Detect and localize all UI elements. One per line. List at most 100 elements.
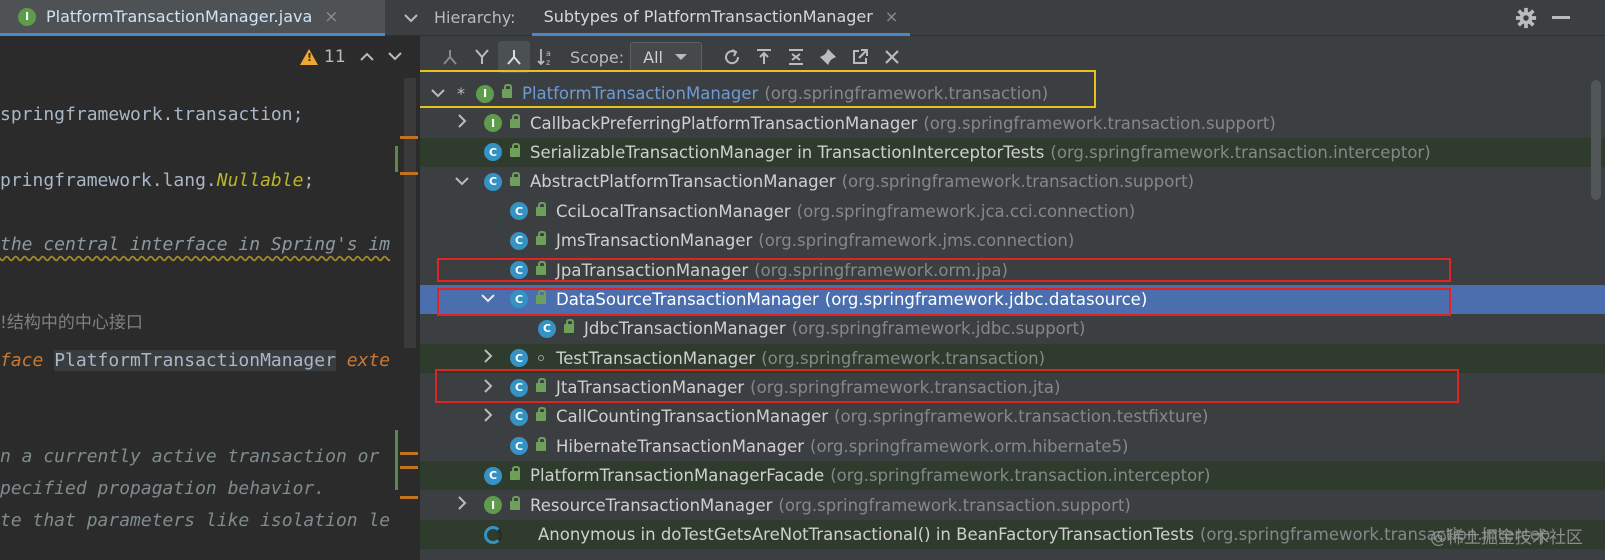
- tree-row[interactable]: C TestTransactionManager (org.springfram…: [420, 343, 1605, 373]
- tree-row[interactable]: * I PlatformTransactionManager (org.spri…: [420, 79, 1605, 108]
- tree-item-name: JdbcTransactionManager: [584, 319, 786, 339]
- gutter-marker: [400, 452, 418, 455]
- gutter-marker: [400, 136, 418, 139]
- close-icon[interactable]: ×: [885, 7, 898, 26]
- class-icon: C: [510, 349, 528, 368]
- tree-item-name: JpaTransactionManager: [556, 260, 749, 280]
- public-access-icon: [510, 113, 520, 128]
- interface-icon: I: [484, 114, 502, 133]
- watermark: @稀土掘金技术社区: [1430, 528, 1583, 548]
- tree-row[interactable]: I CallbackPreferringPlatformTransactionM…: [420, 108, 1605, 137]
- editor-scrollbar[interactable]: [404, 78, 416, 348]
- expand-all-icon[interactable]: [780, 41, 812, 73]
- tree-item-name: DataSourceTransactionManager: [556, 289, 819, 309]
- export-icon[interactable]: [748, 41, 780, 73]
- tree-item-package: (org.springframework.transaction.interce…: [1050, 142, 1431, 162]
- interface-icon: I: [484, 496, 502, 515]
- open-in-window-icon[interactable]: [844, 41, 876, 73]
- gear-icon[interactable]: [1515, 7, 1537, 29]
- subtypes-hierarchy-icon[interactable]: [498, 41, 530, 73]
- tree-row-selected[interactable]: C DataSourceTransactionManager (org.spri…: [420, 284, 1605, 315]
- pin-icon[interactable]: [812, 41, 844, 73]
- gutter-marker: [400, 496, 418, 499]
- refresh-icon[interactable]: [716, 41, 748, 73]
- anonymous-class-icon: [484, 525, 502, 544]
- tab-subtypes[interactable]: Subtypes of PlatformTransactionManager ×: [531, 0, 911, 36]
- sort-alphabetically-icon[interactable]: az: [530, 41, 562, 73]
- tree-item-name: CallCountingTransactionManager: [556, 407, 829, 427]
- class-icon: C: [510, 407, 528, 426]
- tree-row[interactable]: C CallCountingTransactionManager (org.sp…: [420, 402, 1605, 431]
- hierarchy-tree[interactable]: * I PlatformTransactionManager (org.spri…: [420, 79, 1605, 550]
- editor-tab-bar: I PlatformTransactionManager.java ×: [0, 0, 430, 36]
- tree-row[interactable]: C HibernateTransactionManager (org.sprin…: [420, 432, 1605, 461]
- abstract-class-icon: C: [484, 172, 502, 191]
- gutter-marker: [400, 172, 418, 175]
- tree-item-package: (org.springframework.orm.jpa): [754, 260, 1008, 280]
- code-line: springframework.transaction;: [0, 104, 304, 125]
- class-icon: C: [538, 319, 556, 338]
- package-private-icon: [538, 355, 544, 362]
- chevron-right-icon[interactable]: [480, 378, 496, 397]
- tab-label: Subtypes of PlatformTransactionManager: [543, 6, 873, 26]
- public-access-icon: [536, 378, 546, 393]
- tree-item-package: (org.springframework.jms.connection): [758, 231, 1075, 251]
- scope-dropdown[interactable]: All: [630, 42, 703, 72]
- close-icon[interactable]: [876, 41, 908, 73]
- code-line: face PlatformTransactionManager exte: [0, 350, 391, 371]
- tree-row[interactable]: I ResourceTransactionManager (org.spring…: [420, 490, 1605, 519]
- scope-value: All: [643, 47, 663, 67]
- chevron-right-icon[interactable]: [454, 114, 470, 132]
- file-tab-name: PlatformTransactionManager.java: [46, 7, 313, 26]
- tree-item-package: (org.springframework.transaction.support…: [841, 172, 1195, 192]
- chevron-right-icon[interactable]: [454, 496, 470, 514]
- code-comment-line: te that parameters like isolation le: [0, 510, 391, 531]
- tree-row[interactable]: C PlatformTransactionManagerFacade (org.…: [420, 461, 1605, 491]
- public-access-icon: [536, 407, 546, 422]
- tree-row[interactable]: C JmsTransactionManager (org.springframe…: [420, 226, 1605, 255]
- warning-count: 11: [324, 47, 346, 67]
- code-editor[interactable]: I PlatformTransactionManager.java × 11 s…: [0, 0, 430, 560]
- svg-text:z: z: [546, 58, 550, 67]
- scope-label: Scope:: [570, 47, 625, 67]
- chevron-down-icon[interactable]: [430, 86, 446, 102]
- tree-row[interactable]: C SerializableTransactionManager in Tran…: [420, 137, 1605, 168]
- tree-row[interactable]: C JtaTransactionManager (org.springframe…: [420, 373, 1605, 402]
- public-access-icon: [510, 142, 520, 157]
- minimize-icon[interactable]: [1552, 16, 1570, 19]
- chevron-down-icon[interactable]: [454, 174, 470, 190]
- type-hierarchy-icon[interactable]: [466, 41, 498, 73]
- tree-item-name: HibernateTransactionManager: [556, 436, 805, 456]
- public-access-icon: [510, 172, 520, 187]
- tree-row[interactable]: C AbstractPlatformTransactionManager (or…: [420, 167, 1605, 196]
- tree-row[interactable]: C JdbcTransactionManager (org.springfram…: [420, 314, 1605, 343]
- tree-item-name: CciLocalTransactionManager: [556, 201, 791, 221]
- public-access-icon: [564, 319, 574, 334]
- hierarchy-label: Hierarchy:: [434, 8, 516, 27]
- tree-row[interactable]: C CciLocalTransactionManager (org.spring…: [420, 197, 1605, 226]
- tree-scrollbar[interactable]: [1591, 80, 1601, 200]
- chevron-right-icon[interactable]: [480, 408, 496, 426]
- inspection-widget[interactable]: 11: [300, 44, 402, 70]
- supertypes-hierarchy-icon[interactable]: [434, 41, 466, 73]
- tree-item-package: (org.springframework.transaction): [761, 348, 1046, 368]
- class-icon: C: [510, 231, 528, 250]
- tree-row[interactable]: Anonymous in doTestGetsAreNotTransaction…: [420, 519, 1605, 550]
- chevron-right-icon[interactable]: [480, 349, 496, 367]
- hierarchy-tool-window: Hierarchy: Subtypes of PlatformTransacti…: [420, 0, 1605, 560]
- previous-highlight-icon[interactable]: [359, 49, 374, 65]
- base-marker-icon: *: [457, 84, 465, 104]
- chevron-down-icon[interactable]: [480, 291, 496, 307]
- editor-file-tab[interactable]: I PlatformTransactionManager.java ×: [0, 0, 385, 36]
- tree-item-package: (org.springframework.transaction.jta): [750, 378, 1061, 398]
- tree-item-name: TestTransactionManager: [556, 348, 756, 368]
- tree-item-package: (org.springframework.transaction.support…: [778, 495, 1131, 515]
- public-access-icon: [536, 201, 546, 216]
- class-icon: C: [510, 261, 528, 280]
- next-highlight-icon[interactable]: [387, 49, 402, 65]
- close-icon[interactable]: ×: [324, 7, 338, 27]
- tree-item-package: (org.springframework.jca.cci.connection): [796, 201, 1136, 221]
- tree-item-package: (org.springframework.transaction): [764, 84, 1049, 104]
- tree-row[interactable]: C JpaTransactionManager (org.springframe…: [420, 255, 1605, 284]
- public-access-icon: [536, 260, 546, 275]
